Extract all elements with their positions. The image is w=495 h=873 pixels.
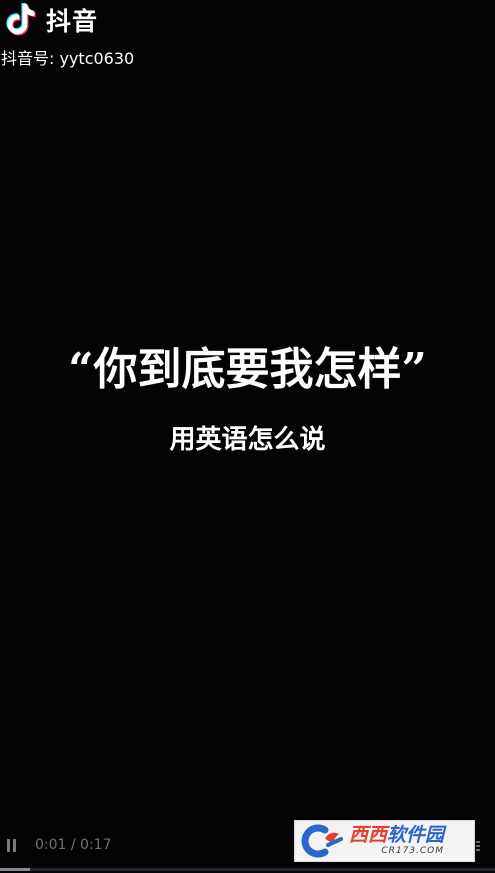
douyin-watermark: 抖音 [2, 0, 98, 40]
time-readout: 0:01 / 0:17 [35, 837, 112, 853]
site-name: 西西软件园 [349, 826, 444, 845]
video-frame[interactable]: 抖音 抖音号: yytc0630 “你到底要我怎样” 用英语怎么说 0:01 /… [0, 0, 495, 873]
account-id: 抖音号: yytc0630 [1, 49, 135, 68]
brand-name: 抖音 [46, 7, 99, 36]
pause-icon [7, 839, 10, 852]
more-icon [476, 845, 480, 847]
site-name-part1: 西西 [349, 824, 388, 846]
video-title: “你到底要我怎样” [68, 344, 427, 395]
video-subtitle: 用英语怎么说 [169, 425, 326, 455]
progress-fill [0, 868, 30, 871]
site-watermark-badge: 西西软件园 CR173.COM [294, 820, 475, 862]
site-name-part2: 软件园 [387, 824, 445, 846]
pause-icon [13, 839, 16, 852]
more-icon [476, 841, 480, 843]
cr-logo-icon [301, 824, 343, 858]
site-domain: CR173.COM [381, 846, 445, 856]
pause-button[interactable] [6, 839, 18, 853]
tiktok-note-icon [6, 2, 36, 36]
more-icon [476, 849, 480, 851]
progress-bar[interactable] [0, 868, 495, 871]
